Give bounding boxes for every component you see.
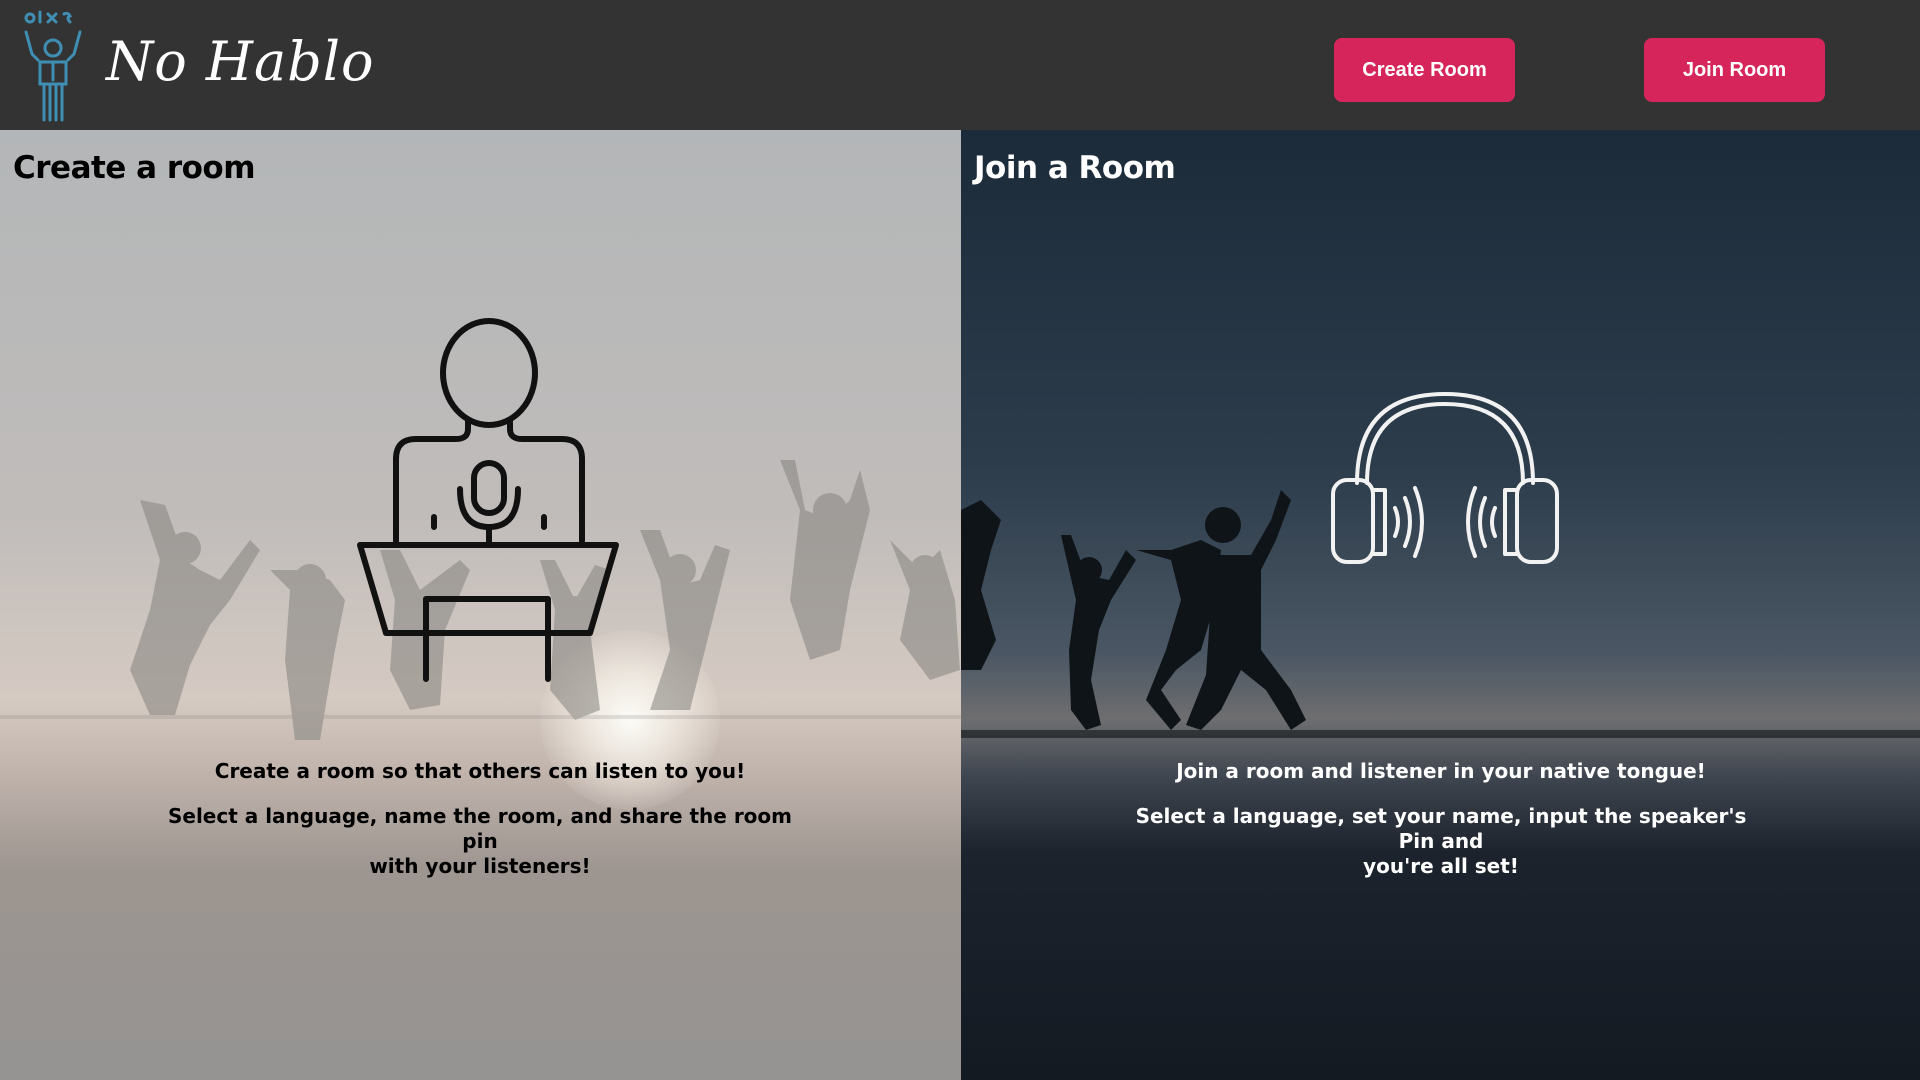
create-room-instructions: Select a language, name the room, and sh… [165,804,795,879]
join-room-panel[interactable]: Join a Room Join a room and listener in … [961,130,1920,1080]
create-room-instructions-line2: with your listeners! [369,854,591,878]
top-navbar: No Hablo Create Room Join Room [0,0,1920,130]
join-room-button[interactable]: Join Room [1644,38,1825,102]
create-room-panel[interactable]: Create a room Create a room so that othe… [0,130,961,1080]
create-room-button[interactable]: Create Room [1334,38,1515,102]
brand-name: No Hablo [106,30,375,93]
join-room-description: Join a room and listener in your native … [1126,130,1756,1080]
join-room-instructions: Select a language, set your name, input … [1126,804,1756,879]
juggler-figure-icon [24,10,82,122]
join-room-instructions-line1: Select a language, set your name, input … [1135,804,1747,853]
join-room-intro: Join a room and listener in your native … [1176,759,1706,783]
join-room-instructions-line2: you're all set! [1363,854,1519,878]
create-room-description: Create a room so that others can listen … [165,130,795,1080]
create-room-instructions-line1: Select a language, name the room, and sh… [167,804,793,853]
create-room-intro: Create a room so that others can listen … [214,759,746,783]
